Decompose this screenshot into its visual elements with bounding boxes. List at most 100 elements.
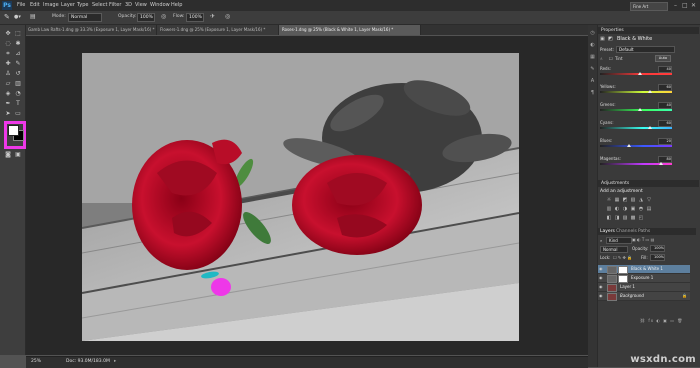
brush-tool-icon[interactable]: ✎ bbox=[4, 13, 10, 21]
layer-black-white[interactable]: ◉ Black & White 1 bbox=[598, 265, 690, 274]
menu-edit[interactable]: Edit bbox=[30, 2, 40, 8]
opacity-field[interactable]: 100% bbox=[137, 13, 155, 22]
path-select-tool-icon[interactable]: ➤ bbox=[4, 110, 12, 118]
workspace-select[interactable]: Fine Art bbox=[630, 2, 668, 11]
slider-cyans[interactable]: Cyans: 60 bbox=[600, 120, 672, 130]
mode-select[interactable]: Normal bbox=[68, 13, 102, 22]
menu-layer[interactable]: Layer bbox=[61, 2, 75, 8]
color-lookup-icon[interactable]: ▤ bbox=[646, 206, 652, 212]
close-button[interactable]: ✕ bbox=[691, 2, 696, 9]
brush-panel-icon[interactable]: ▤ bbox=[30, 13, 36, 20]
slider-value-field[interactable]: 40 bbox=[658, 66, 672, 73]
tab-document-3[interactable]: Roses-1.dng @ 25% (Black & White 1, Laye… bbox=[279, 25, 421, 35]
brush-tool-icon[interactable]: ✎ bbox=[14, 60, 22, 68]
layers-footer-icons[interactable]: ⛓ fx ◐ ▣ ▭ 🗑 bbox=[640, 318, 683, 323]
layer-1[interactable]: ◉ Layer 1 bbox=[598, 283, 690, 292]
crop-tool-icon[interactable]: ⌗ bbox=[4, 50, 12, 58]
visibility-eye-icon[interactable]: ◉ bbox=[599, 292, 603, 300]
pressure-opacity-icon[interactable]: ◎ bbox=[161, 13, 166, 20]
paragraph-panel-icon[interactable]: ¶ bbox=[589, 90, 596, 97]
gradient-map-icon[interactable]: ▩ bbox=[630, 215, 636, 221]
fill-field[interactable]: 100% bbox=[650, 254, 665, 261]
slider-thumb[interactable] bbox=[637, 108, 642, 111]
layer-filter-icons[interactable]: ▣ ◐ T ▭ ▤ bbox=[632, 237, 654, 242]
layer-background[interactable]: ◉ Background 🔒 bbox=[598, 292, 690, 301]
type-tool-icon[interactable]: T bbox=[14, 100, 22, 108]
menu-help[interactable]: Help bbox=[171, 2, 182, 8]
slider-thumb[interactable] bbox=[659, 162, 664, 165]
slider-track[interactable] bbox=[600, 91, 672, 93]
history-brush-tool-icon[interactable]: ↺ bbox=[14, 70, 22, 78]
lasso-tool-icon[interactable]: ◌ bbox=[4, 40, 12, 48]
layer-opacity-field[interactable]: 100% bbox=[650, 245, 665, 252]
brightness-contrast-icon[interactable]: ☼ bbox=[606, 197, 612, 203]
pen-tool-icon[interactable]: ✒ bbox=[4, 100, 12, 108]
eyedropper-tool-icon[interactable]: ⊿ bbox=[14, 50, 22, 58]
clone-stamp-tool-icon[interactable]: ♙ bbox=[4, 70, 12, 78]
slider-track[interactable] bbox=[600, 127, 672, 129]
slider-value-field[interactable]: 60 bbox=[658, 84, 672, 91]
shape-tool-icon[interactable]: ▭ bbox=[14, 110, 22, 118]
menu-window[interactable]: Window bbox=[150, 2, 170, 8]
mask-thumbnail[interactable] bbox=[618, 266, 628, 274]
black-white-icon[interactable]: ◑ bbox=[622, 206, 628, 212]
slider-value-field[interactable]: 60 bbox=[658, 120, 672, 127]
maximize-button[interactable]: □ bbox=[682, 2, 688, 9]
slider-reds[interactable]: Reds: 40 bbox=[600, 66, 672, 76]
brush-preset-icon[interactable]: ●▾ bbox=[14, 14, 21, 20]
quick-mask-icon[interactable]: ◙ bbox=[4, 151, 12, 159]
visibility-eye-icon[interactable]: ◉ bbox=[599, 274, 603, 282]
color-balance-icon[interactable]: ◐ bbox=[614, 206, 620, 212]
exposure-icon[interactable]: ▧ bbox=[630, 197, 636, 203]
layer-exposure[interactable]: ◉ Exposure 1 bbox=[598, 274, 690, 283]
brush-panel-icon[interactable]: ✎ bbox=[589, 66, 596, 73]
tint-checkbox[interactable]: ☐ bbox=[609, 56, 613, 61]
mask-thumbnail[interactable] bbox=[618, 275, 628, 283]
tab-channels[interactable]: Channels bbox=[616, 229, 637, 234]
tab-layers[interactable]: Layers bbox=[600, 229, 615, 234]
slider-track[interactable] bbox=[600, 109, 672, 111]
menu-3d[interactable]: 3D bbox=[125, 2, 132, 8]
adjustments-panel-tab[interactable]: Adjustments bbox=[598, 180, 699, 187]
pressure-size-icon[interactable]: ◎ bbox=[225, 13, 230, 20]
properties-panel-tab[interactable]: Properties bbox=[598, 27, 699, 34]
threshold-icon[interactable]: ▨ bbox=[622, 215, 628, 221]
dodge-tool-icon[interactable]: ◔ bbox=[14, 90, 22, 98]
slider-track[interactable] bbox=[600, 73, 672, 75]
preset-select[interactable]: Default bbox=[616, 46, 675, 53]
curves-icon[interactable]: ◩ bbox=[622, 197, 628, 203]
menu-image[interactable]: Image bbox=[43, 2, 59, 8]
filter-search-icon[interactable]: ⌕ bbox=[600, 238, 602, 243]
menu-select[interactable]: Select bbox=[92, 2, 107, 8]
move-tool-icon[interactable]: ✥ bbox=[4, 30, 12, 38]
levels-icon[interactable]: ▦ bbox=[614, 197, 620, 203]
slider-thumb[interactable] bbox=[648, 126, 653, 129]
slider-value-field[interactable]: 40 bbox=[658, 102, 672, 109]
targeted-adjustment-icon[interactable]: ☝ bbox=[600, 56, 602, 61]
slider-track[interactable] bbox=[600, 145, 672, 147]
healing-tool-icon[interactable]: ✚ bbox=[4, 60, 12, 68]
triangle-adjust-icon[interactable]: ▽ bbox=[646, 197, 652, 203]
eraser-tool-icon[interactable]: ▱ bbox=[4, 80, 12, 88]
channel-mixer-icon[interactable]: ◓ bbox=[638, 206, 644, 212]
document-canvas[interactable] bbox=[82, 53, 519, 341]
layer-kind-filter[interactable]: Kind bbox=[606, 237, 632, 244]
hue-saturation-icon[interactable]: ▥ bbox=[606, 206, 612, 212]
mask-icon[interactable]: ◩ bbox=[608, 36, 613, 42]
invert-icon[interactable]: ◧ bbox=[606, 215, 612, 221]
lock-icons[interactable]: ☐ ✎ ✥ 🔒 bbox=[613, 255, 632, 260]
slider-greens[interactable]: Greens: 40 bbox=[600, 102, 672, 112]
auto-button[interactable]: Auto bbox=[655, 55, 671, 62]
marquee-tool-icon[interactable]: ⬚ bbox=[14, 30, 22, 38]
swatches-panel-icon[interactable]: ▦ bbox=[589, 54, 596, 61]
tab-document-2[interactable]: Flowers-1.dng @ 25% (Exposure 1, Layer M… bbox=[157, 25, 279, 35]
blend-mode-select[interactable]: Normal bbox=[600, 246, 628, 253]
history-panel-icon[interactable]: ◷ bbox=[589, 30, 596, 37]
selective-color-icon[interactable]: ◰ bbox=[638, 215, 644, 221]
flow-field[interactable]: 100% bbox=[186, 13, 204, 22]
screen-mode-icon[interactable]: ▣ bbox=[14, 151, 22, 159]
blur-tool-icon[interactable]: ◈ bbox=[4, 90, 12, 98]
slider-yellows[interactable]: Yellows: 60 bbox=[600, 84, 672, 94]
color-panel-icon[interactable]: ◐ bbox=[589, 42, 596, 49]
visibility-eye-icon[interactable]: ◉ bbox=[599, 265, 603, 273]
